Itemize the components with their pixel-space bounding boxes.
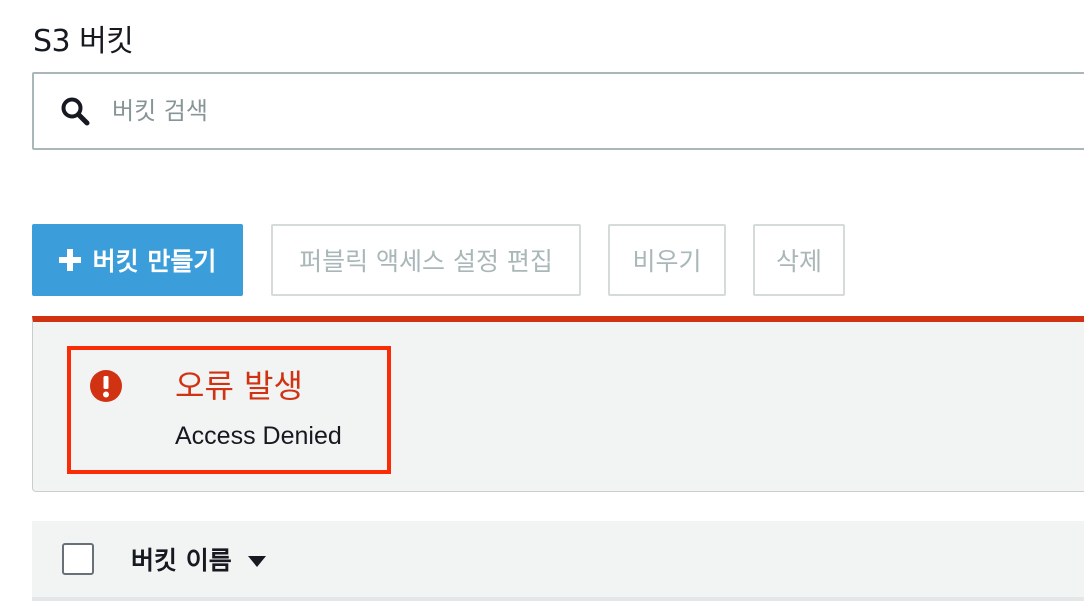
empty-bucket-label: 비우기 xyxy=(632,247,702,276)
search-icon xyxy=(58,94,92,128)
create-bucket-label: 버킷 만들기 xyxy=(92,247,217,276)
create-bucket-button[interactable]: 버킷 만들기 xyxy=(32,224,243,296)
edit-public-access-button[interactable]: 퍼블릭 액세스 설정 편집 xyxy=(271,224,581,296)
table-header: 버킷 이름 xyxy=(32,521,1084,601)
delete-bucket-label: 삭제 xyxy=(775,247,822,276)
edit-public-access-label: 퍼블릭 액세스 설정 편집 xyxy=(299,247,553,276)
search-box[interactable] xyxy=(32,72,1084,150)
error-message: Access Denied xyxy=(175,422,342,450)
error-icon xyxy=(89,369,123,403)
column-header-bucket-name[interactable]: 버킷 이름 xyxy=(131,541,232,577)
delete-bucket-button[interactable]: 삭제 xyxy=(753,224,845,296)
error-alert: 오류 발생 Access Denied xyxy=(32,316,1084,492)
sort-down-icon[interactable] xyxy=(247,553,266,567)
error-highlight-box: 오류 발생 Access Denied xyxy=(67,346,391,474)
search-input[interactable] xyxy=(112,91,912,131)
empty-bucket-button[interactable]: 비우기 xyxy=(608,224,726,296)
error-title: 오류 발생 xyxy=(175,367,303,405)
plus-icon xyxy=(58,249,81,271)
select-all-checkbox[interactable] xyxy=(62,543,94,575)
page-title: S3 버킷 xyxy=(33,24,134,59)
